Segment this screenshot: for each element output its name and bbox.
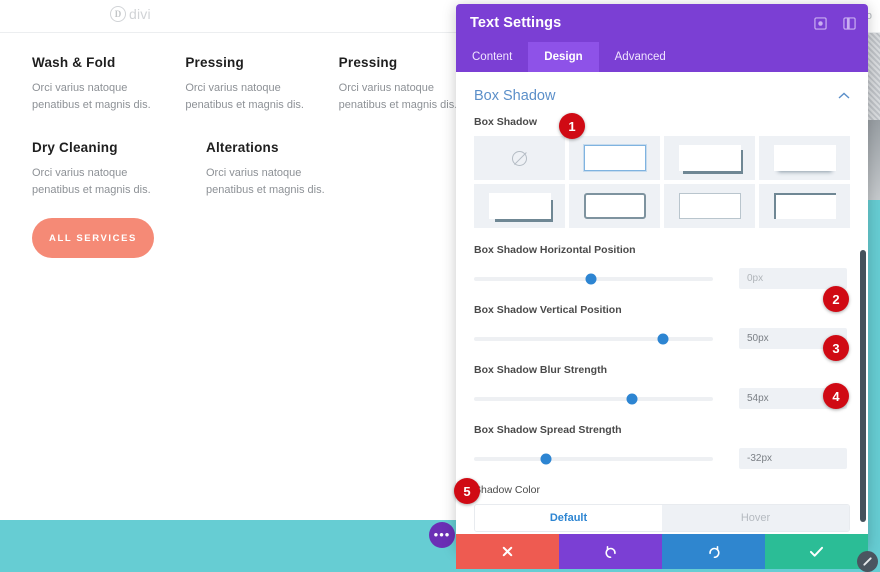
service-title: Wash & Fold [32, 55, 116, 70]
shadow-color-label: Shadow Color [474, 484, 540, 496]
all-services-button[interactable]: ALL SERVICES [32, 218, 154, 258]
box-shadow-section-header[interactable]: Box Shadow [456, 72, 868, 116]
chevron-up-icon[interactable] [838, 89, 850, 103]
checkmark-icon [809, 545, 824, 558]
box-shadow-preset-grid [456, 136, 868, 228]
slider-knob[interactable] [540, 453, 552, 464]
slider-knob[interactable] [585, 273, 597, 284]
preset-thin-outline[interactable] [664, 184, 755, 228]
preset-top-left-corner[interactable] [759, 184, 850, 228]
preset-thumb [773, 145, 836, 171]
service-card: Pressing Orci varius natoque penatibus e… [185, 55, 306, 114]
services-section: Wash & Fold Orci varius natoque penatibu… [0, 55, 460, 199]
undo-icon [604, 545, 618, 559]
panel-action-bar [456, 534, 868, 569]
panel-tabs: Content Design Advanced [456, 42, 868, 72]
shadow-color-state-tabs: Default Hover [474, 504, 850, 532]
service-title: Dry Cleaning [32, 140, 118, 155]
preset-right-hard[interactable] [474, 184, 565, 228]
preset-thumb [488, 193, 551, 219]
service-card: Dry Cleaning Orci varius natoque penatib… [32, 140, 174, 199]
tab-hover[interactable]: Hover [662, 505, 849, 531]
preset-bottom-soft[interactable] [759, 136, 850, 180]
slider-label: Box Shadow Horizontal Position [474, 244, 636, 256]
callout-badge-2: 2 [823, 286, 849, 312]
slider-knob[interactable] [657, 333, 669, 344]
slider-track[interactable] [474, 273, 713, 284]
save-button[interactable] [765, 534, 868, 569]
panel-layout-icon[interactable] [843, 16, 856, 30]
service-title: Pressing [185, 55, 244, 70]
callout-badge-5: 5 [454, 478, 480, 504]
callout-badge-4: 4 [823, 383, 849, 409]
panel-scroll-area: Box Shadow Box Shadow Box Shadow Horizon… [456, 72, 868, 549]
spread-strength-input[interactable]: -32px [739, 448, 847, 469]
resize-handle[interactable] [857, 551, 878, 572]
no-shadow-icon [512, 150, 527, 166]
divi-logo-text: divi [129, 6, 151, 22]
panel-scrollbar[interactable] [860, 250, 866, 522]
services-row-2: Dry Cleaning Orci varius natoque penatib… [0, 140, 460, 199]
preset-outline[interactable] [569, 136, 660, 180]
service-card: Alterations Orci varius natoque penatibu… [206, 140, 348, 199]
expand-icon[interactable] [814, 16, 827, 30]
tab-design[interactable]: Design [528, 42, 599, 72]
tab-content[interactable]: Content [456, 42, 528, 72]
preset-thumb [583, 193, 646, 219]
text-settings-panel: Text Settings Content Design Advanced Bo… [456, 4, 868, 549]
slider-track[interactable] [474, 333, 713, 344]
preset-thumb [583, 145, 646, 171]
slider-label: Box Shadow Blur Strength [474, 364, 608, 376]
screenshot-root: D divi Lo Wash & Fold Orci varius natoqu… [0, 0, 880, 572]
slider-knob[interactable] [626, 393, 638, 404]
tab-advanced[interactable]: Advanced [599, 42, 682, 72]
service-card: Pressing Orci varius natoque penatibus e… [339, 55, 460, 114]
slider-label: Box Shadow Vertical Position [474, 304, 622, 316]
close-icon [501, 545, 514, 558]
slider-horizontal-position: Box Shadow Horizontal Position 0px [456, 244, 868, 289]
redo-button[interactable] [662, 534, 765, 569]
preset-all-around[interactable] [569, 184, 660, 228]
slider-track[interactable] [474, 453, 713, 464]
more-horizontal-icon[interactable]: ••• [429, 522, 455, 548]
service-body: Orci varius natoque penatibus et magnis … [32, 82, 151, 111]
callout-badge-3: 3 [823, 335, 849, 361]
service-title: Alterations [206, 140, 279, 155]
preset-none[interactable] [474, 136, 565, 180]
box-shadow-presets-label: Box Shadow [474, 116, 538, 128]
divi-logo-mark-icon: D [110, 6, 126, 22]
service-body: Orci varius natoque penatibus et magnis … [185, 82, 304, 111]
slider-spread-strength: Box Shadow Spread Strength -32px [456, 424, 868, 469]
redo-icon [707, 545, 721, 559]
slider-blur-strength: Box Shadow Blur Strength 54px [456, 364, 868, 409]
service-body: Orci varius natoque penatibus et magnis … [338, 82, 458, 111]
preset-thumb [773, 193, 836, 219]
preset-thumb [678, 193, 741, 219]
service-body: Orci varius natoque penatibus et magnis … [206, 167, 325, 196]
slider-label: Box Shadow Spread Strength [474, 424, 622, 436]
section-title: Box Shadow [474, 88, 556, 104]
service-card: Wash & Fold Orci varius natoque penatibu… [32, 55, 153, 114]
panel-titlebar-icons [814, 4, 856, 42]
panel-title: Text Settings [470, 15, 562, 31]
callout-badge-1: 1 [559, 113, 585, 139]
services-row-1: Wash & Fold Orci varius natoque penatibu… [0, 55, 460, 114]
cancel-button[interactable] [456, 534, 559, 569]
tab-default[interactable]: Default [475, 505, 662, 531]
service-body: Orci varius natoque penatibus et magnis … [32, 167, 151, 196]
slider-track[interactable] [474, 393, 713, 404]
service-title: Pressing [338, 55, 398, 70]
panel-titlebar: Text Settings [456, 4, 868, 42]
preset-thumb [678, 145, 741, 171]
divi-logo: D divi [110, 6, 151, 22]
undo-button[interactable] [559, 534, 662, 569]
slider-vertical-position: Box Shadow Vertical Position 50px [456, 304, 868, 349]
preset-bottom-right-hard[interactable] [664, 136, 755, 180]
